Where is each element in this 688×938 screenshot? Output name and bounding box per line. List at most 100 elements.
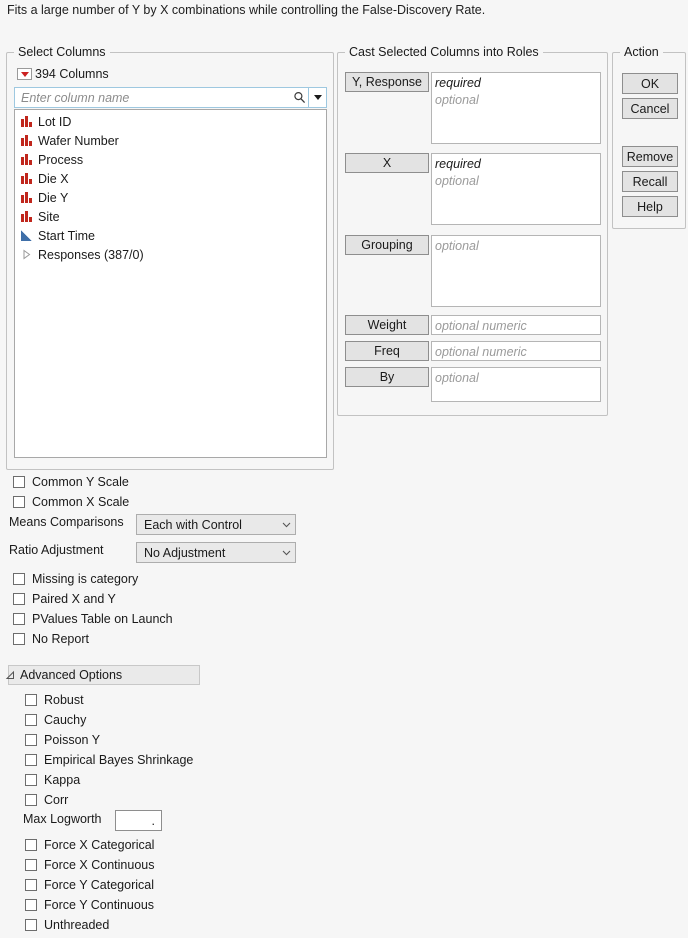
recall-button[interactable]: Recall <box>622 171 678 192</box>
search-dropdown-icon[interactable] <box>309 95 326 100</box>
y-response-role-button[interactable]: Y, Response <box>345 72 429 92</box>
checkbox-box[interactable] <box>25 879 37 891</box>
response-screening-dialog: Fits a large number of Y by X combinatio… <box>0 0 688 938</box>
column-count-row[interactable]: 394 Columns <box>17 67 109 81</box>
search-icon[interactable] <box>290 91 308 104</box>
checkbox-kappa[interactable]: Kappa <box>25 773 80 787</box>
checkbox-label: Robust <box>44 693 84 707</box>
checkbox-cauchy[interactable]: Cauchy <box>25 713 86 727</box>
checkbox-box[interactable] <box>13 613 25 625</box>
action-panel: Action OK Cancel Remove Recall Help <box>612 45 686 229</box>
chevron-down-icon[interactable] <box>277 550 295 556</box>
checkbox-paired-x-and-y[interactable]: Paired X and Y <box>13 592 116 606</box>
expand-triangle-icon[interactable] <box>4 666 17 684</box>
list-item[interactable]: Die X <box>15 169 326 188</box>
means-comparisons-select[interactable]: Each with Control <box>136 514 296 535</box>
checkbox-robust[interactable]: Robust <box>25 693 84 707</box>
grouping-role-button[interactable]: Grouping <box>345 235 429 255</box>
x-role-button[interactable]: X <box>345 153 429 173</box>
column-list[interactable]: Lot ID Wafer Number Process Die X Die Y … <box>14 109 327 458</box>
remove-button[interactable]: Remove <box>622 146 678 167</box>
checkbox-box[interactable] <box>25 899 37 911</box>
checkbox-box[interactable] <box>25 714 37 726</box>
checkbox-force-x-continuous[interactable]: Force X Continuous <box>25 858 154 872</box>
column-name: Process <box>38 152 84 167</box>
checkbox-box[interactable] <box>25 734 37 746</box>
list-item[interactable]: Process <box>15 150 326 169</box>
select-columns-title: Select Columns <box>14 45 110 59</box>
checkbox-box[interactable] <box>25 859 37 871</box>
by-drop-area[interactable]: optional <box>431 367 601 402</box>
freq-role-button[interactable]: Freq <box>345 341 429 361</box>
checkbox-corr[interactable]: Corr <box>25 793 68 807</box>
checkbox-box[interactable] <box>25 839 37 851</box>
checkbox-force-x-categorical[interactable]: Force X Categorical <box>25 838 154 852</box>
list-item-group[interactable]: Responses (387/0) <box>15 245 326 264</box>
grouping-drop-area[interactable]: optional <box>431 235 601 307</box>
checkbox-box[interactable] <box>13 593 25 605</box>
cancel-button[interactable]: Cancel <box>622 98 678 119</box>
nominal-bars-icon <box>21 192 32 203</box>
checkbox-label: No Report <box>32 632 89 646</box>
list-item[interactable]: Site <box>15 207 326 226</box>
column-search-box[interactable] <box>14 87 327 108</box>
checkbox-empirical-bayes-shrinkage[interactable]: Empirical Bayes Shrinkage <box>25 753 193 767</box>
column-name: Die Y <box>38 190 69 205</box>
checkbox-common-x-scale[interactable]: Common X Scale <box>13 495 129 509</box>
checkbox-force-y-continuous[interactable]: Force Y Continuous <box>25 898 154 912</box>
ratio-adjustment-select[interactable]: No Adjustment <box>136 542 296 563</box>
checkbox-label: Poisson Y <box>44 733 101 747</box>
disclosure-triangle-icon[interactable] <box>21 249 32 260</box>
checkbox-missing-is-category[interactable]: Missing is category <box>13 572 138 586</box>
checkbox-box[interactable] <box>13 476 25 488</box>
means-comparisons-value: Each with Control <box>144 517 242 532</box>
checkbox-label: Cauchy <box>44 713 87 727</box>
checkbox-common-y-scale[interactable]: Common Y Scale <box>13 475 129 489</box>
by-role-button[interactable]: By <box>345 367 429 387</box>
checkbox-box[interactable] <box>25 794 37 806</box>
checkbox-box[interactable] <box>13 496 25 508</box>
max-logworth-label: Max Logworth <box>23 812 102 826</box>
checkbox-box[interactable] <box>25 694 37 706</box>
freq-drop-area[interactable]: optional numeric <box>431 341 601 361</box>
list-item[interactable]: Die Y <box>15 188 326 207</box>
checkbox-box[interactable] <box>13 573 25 585</box>
placeholder-optional: optional <box>435 93 479 107</box>
weight-drop-area[interactable]: optional numeric <box>431 315 601 335</box>
list-item[interactable]: Start Time <box>15 226 326 245</box>
chevron-down-icon[interactable] <box>277 522 295 528</box>
cast-roles-panel: Cast Selected Columns into Roles Y, Resp… <box>337 45 608 416</box>
checkbox-unthreaded[interactable]: Unthreaded <box>25 918 109 932</box>
advanced-options-header[interactable]: Advanced Options <box>5 665 200 685</box>
cast-roles-title: Cast Selected Columns into Roles <box>345 45 543 59</box>
checkbox-label: Missing is category <box>32 572 139 586</box>
checkbox-poisson-y[interactable]: Poisson Y <box>25 733 100 747</box>
checkbox-label: Force Y Continuous <box>44 898 155 912</box>
checkbox-label: Common Y Scale <box>32 475 129 489</box>
list-item[interactable]: Lot ID <box>15 112 326 131</box>
placeholder-optional: optional numeric <box>435 319 527 333</box>
weight-role-button[interactable]: Weight <box>345 315 429 335</box>
placeholder-optional: optional <box>435 239 479 253</box>
columns-menu-icon[interactable] <box>17 68 32 80</box>
checkbox-no-report[interactable]: No Report <box>13 632 89 646</box>
checkbox-box[interactable] <box>13 633 25 645</box>
placeholder-optional: optional numeric <box>435 345 527 359</box>
ratio-adjustment-label: Ratio Adjustment <box>9 543 104 557</box>
checkbox-label: Unthreaded <box>44 918 110 932</box>
checkbox-box[interactable] <box>25 754 37 766</box>
help-button[interactable]: Help <box>622 196 678 217</box>
x-drop-area[interactable]: required optional <box>431 153 601 225</box>
checkbox-box[interactable] <box>25 919 37 931</box>
nominal-bars-icon <box>21 211 32 222</box>
checkbox-force-y-categorical[interactable]: Force Y Categorical <box>25 878 154 892</box>
ok-button[interactable]: OK <box>622 73 678 94</box>
role-row-freq: Freq optional numeric <box>345 341 601 361</box>
nominal-bars-icon <box>21 135 32 146</box>
search-input[interactable] <box>15 88 290 107</box>
list-item[interactable]: Wafer Number <box>15 131 326 150</box>
checkbox-pvalues-table-on-launch[interactable]: PValues Table on Launch <box>13 612 173 626</box>
y-response-drop-area[interactable]: required optional <box>431 72 601 144</box>
max-logworth-input[interactable] <box>115 810 162 831</box>
checkbox-box[interactable] <box>25 774 37 786</box>
